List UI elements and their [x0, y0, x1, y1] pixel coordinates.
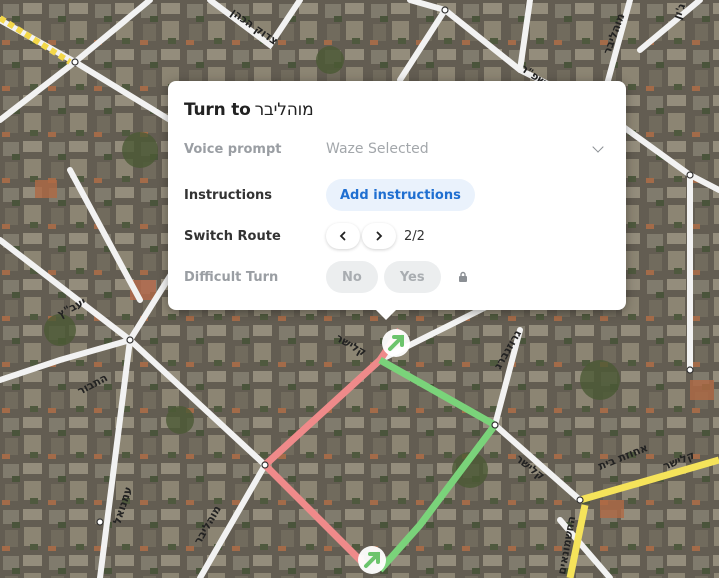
instructions-row: Instructions Add instructions	[184, 179, 610, 211]
add-instructions-button[interactable]: Add instructions	[326, 179, 475, 211]
chevron-left-icon	[339, 231, 346, 241]
title-street-name: מוהליבר	[254, 100, 314, 120]
turn-settings-popup: Turn to מוהליבר Voice prompt Waze Selecte…	[168, 81, 626, 320]
voice-prompt-row: Voice prompt Waze Selected	[184, 133, 610, 165]
chevron-right-icon	[376, 231, 383, 241]
difficult-turn-yes-button[interactable]: Yes	[383, 261, 441, 293]
voice-prompt-value: Waze Selected	[326, 141, 429, 157]
route-counter: 2/2	[404, 228, 425, 244]
difficult-turn-no-button[interactable]: No	[326, 261, 378, 293]
chevron-down-icon	[592, 141, 604, 153]
voice-prompt-dropdown[interactable]: Waze Selected	[326, 141, 610, 157]
title-prefix: Turn to	[184, 100, 251, 120]
switch-route-row: Switch Route 2/2	[184, 220, 610, 252]
previous-route-button[interactable]	[326, 223, 360, 249]
switch-route-label: Switch Route	[184, 228, 281, 244]
difficult-turn-row: Difficult Turn No Yes	[184, 261, 610, 293]
next-route-button[interactable]	[362, 223, 396, 249]
voice-prompt-label: Voice prompt	[184, 141, 282, 157]
instructions-label: Instructions	[184, 187, 273, 203]
popup-title: Turn to מוהליבר	[184, 100, 314, 120]
lock-icon	[457, 271, 469, 283]
difficult-turn-label: Difficult Turn	[184, 269, 279, 285]
